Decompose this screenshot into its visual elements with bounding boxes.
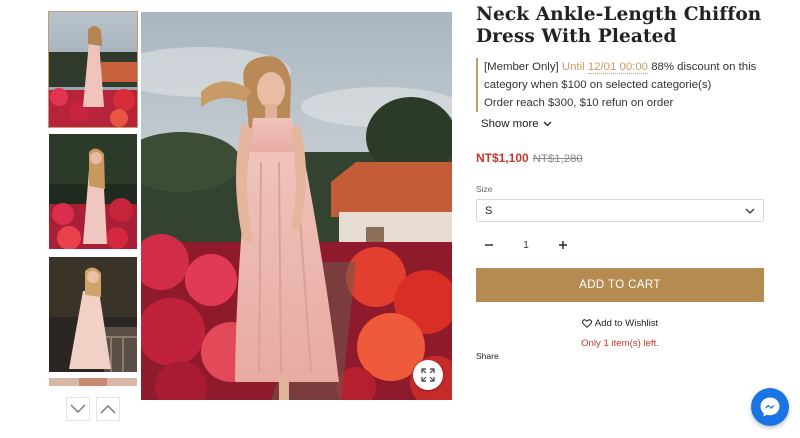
- promo-tag: [Member Only]: [484, 61, 559, 73]
- chevron-down-icon: [543, 121, 552, 127]
- add-to-cart-button[interactable]: ADD TO CART: [476, 268, 764, 302]
- sale-price: NT$1,100: [476, 151, 529, 165]
- original-price: NT$1,280: [532, 153, 583, 165]
- wishlist-label: Add to Wishlist: [594, 318, 659, 329]
- messenger-chat-button[interactable]: [751, 388, 789, 426]
- thumbnail-image-2: [49, 134, 137, 249]
- gallery-thumbnail-4[interactable]: [49, 378, 137, 386]
- show-more-link[interactable]: Show more: [481, 118, 552, 130]
- product-main-image[interactable]: [141, 12, 452, 400]
- minus-icon: [485, 244, 493, 246]
- quantity-value[interactable]: 1: [523, 240, 529, 251]
- zoom-button[interactable]: [413, 360, 443, 390]
- thumbnail-next-button[interactable]: [66, 397, 90, 421]
- promo-until-label: Until: [561, 61, 585, 73]
- expand-icon: [421, 368, 435, 382]
- price-row: NT$1,100 NT$1,280: [476, 151, 583, 165]
- promo-until-date: 12/01 00:00: [587, 61, 649, 74]
- product-title: Neck Ankle-Length Chiffon Dress With Ple…: [476, 4, 762, 47]
- add-to-wishlist-button[interactable]: Add to Wishlist: [476, 318, 764, 329]
- quantity-stepper: 1: [481, 237, 571, 253]
- share-link[interactable]: Share: [476, 351, 499, 361]
- stock-notice: Only 1 item(s) left.: [581, 338, 659, 349]
- chevron-up-icon: [100, 405, 116, 414]
- gallery-thumbnail-3[interactable]: [49, 257, 137, 372]
- thumbnail-image-4: [49, 378, 137, 386]
- show-more-label: Show more: [481, 118, 539, 130]
- promotion-box: [Member Only] Until 12/01 00:00 88% disc…: [476, 58, 766, 112]
- plus-icon: [559, 241, 567, 249]
- size-select[interactable]: S: [476, 199, 764, 222]
- size-selected-value: S: [485, 204, 493, 217]
- promo-refund-text: Order reach $300, $10 refun on order: [484, 97, 674, 109]
- gallery-thumbnail-2[interactable]: [49, 134, 137, 249]
- thumbnail-prev-button[interactable]: [96, 397, 120, 421]
- size-label: Size: [476, 184, 493, 194]
- chevron-down-icon: [70, 404, 86, 413]
- product-photo: [141, 12, 452, 400]
- quantity-decrease-button[interactable]: [481, 237, 497, 253]
- quantity-increase-button[interactable]: [555, 237, 571, 253]
- thumbnail-image-1: [49, 12, 137, 127]
- messenger-icon: [760, 397, 780, 417]
- gallery-thumbnail-1[interactable]: [48, 11, 138, 128]
- thumbnail-image-3: [49, 257, 137, 372]
- heart-icon: [581, 319, 592, 328]
- chevron-down-icon: [745, 208, 755, 214]
